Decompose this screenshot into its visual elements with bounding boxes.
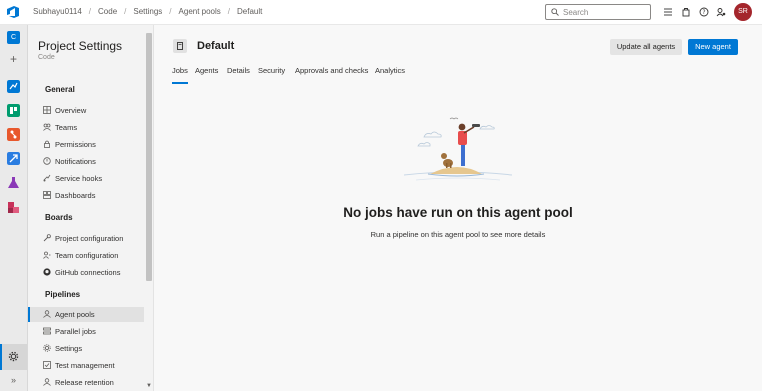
config-icon	[43, 234, 51, 242]
svg-text:?: ?	[702, 9, 705, 16]
breadcrumb-organization[interactable]: Subhayu0114	[33, 7, 82, 16]
user-settings-icon[interactable]	[716, 7, 726, 17]
parallel-icon	[43, 327, 51, 335]
project-settings-rail-item[interactable]	[0, 344, 27, 370]
nav-item-label: Dashboards	[55, 191, 96, 200]
nav-item-label: Agent pools	[55, 310, 95, 319]
update-all-agents-button[interactable]: Update all agents	[610, 39, 682, 55]
section-general-heading: General	[45, 85, 75, 94]
tab-agents[interactable]: Agents	[195, 66, 218, 82]
nav-item-test-management[interactable]: Test management	[28, 358, 144, 373]
teams-icon	[43, 123, 51, 131]
nav-item-service-hooks[interactable]: Service hooks	[28, 171, 144, 186]
breadcrumb-separator: /	[169, 7, 172, 16]
breadcrumb-project[interactable]: Code	[98, 7, 117, 16]
breadcrumb-settings[interactable]: Settings	[133, 7, 162, 16]
search-box[interactable]: Search	[545, 4, 651, 20]
artifacts-rail-icon[interactable]	[7, 201, 20, 214]
panel-scrollbar[interactable]	[146, 33, 152, 281]
help-icon[interactable]: ?	[699, 7, 709, 17]
nav-item-label: Parallel jobs	[55, 327, 96, 336]
test-plans-rail-icon[interactable]	[7, 176, 20, 189]
nav-item-label: Test management	[55, 361, 115, 370]
nav-item-team-configuration[interactable]: Team configuration	[28, 248, 144, 263]
section-boards-heading: Boards	[45, 213, 73, 222]
nav-item-permissions[interactable]: Permissions	[28, 137, 144, 152]
nav-item-parallel-jobs[interactable]: Parallel jobs	[28, 324, 144, 339]
top-bar: Subhayu0114 / Code / Settings / Agent pools / De…	[0, 0, 762, 25]
nav-item-label: Settings	[55, 344, 83, 353]
nav-item-dashboards[interactable]: Dashboards	[28, 188, 144, 203]
server-icon	[177, 42, 183, 50]
nav-item-settings[interactable]: Settings	[28, 341, 144, 356]
search-icon	[551, 8, 559, 16]
new-agent-button[interactable]: New agent	[688, 39, 738, 55]
project-badge[interactable]: C	[7, 31, 20, 44]
bell-icon	[43, 157, 51, 165]
breadcrumb-default[interactable]: Default	[237, 7, 262, 16]
tab-approvals-and-checks[interactable]: Approvals and checks	[295, 66, 368, 82]
nav-item-label: Team configuration	[55, 251, 119, 260]
left-rail: C + »	[0, 25, 28, 391]
list-settings-icon[interactable]	[663, 7, 673, 17]
tab-analytics[interactable]: Analytics	[375, 66, 405, 82]
search-placeholder: Search	[563, 8, 589, 17]
breadcrumb-separator: /	[124, 7, 127, 16]
nav-item-project-configuration[interactable]: Project configuration	[28, 231, 144, 246]
project-settings-panel: Project Settings Code General Overview T…	[28, 25, 154, 391]
nav-item-overview[interactable]: Overview	[28, 103, 144, 118]
tab-jobs[interactable]: Jobs	[172, 66, 188, 84]
empty-state-title: No jobs have run on this agent pool	[343, 205, 573, 220]
section-pipelines-heading: Pipelines	[45, 290, 81, 299]
team-config-icon	[43, 251, 51, 259]
nav-item-label: Overview	[55, 106, 87, 115]
expand-rail-icon[interactable]: »	[7, 374, 20, 387]
tab-details[interactable]: Details	[227, 66, 250, 82]
page-title: Default	[197, 40, 235, 52]
tab-security[interactable]: Security	[258, 66, 285, 82]
nav-item-release-retention[interactable]: Release retention	[28, 375, 144, 390]
nav-item-agent-pools[interactable]: Agent pools	[28, 307, 144, 322]
repos-rail-icon[interactable]	[7, 128, 20, 141]
scroll-down-icon[interactable]: ▼	[146, 383, 152, 389]
marketplace-bag-icon[interactable]	[681, 7, 691, 17]
avatar[interactable]: SR	[734, 3, 752, 21]
nav-item-label: Teams	[55, 123, 78, 132]
panel-subtitle: Code	[38, 54, 55, 61]
agent-pool-icon	[43, 310, 51, 318]
nav-item-label: Release retention	[55, 378, 114, 387]
test-icon	[43, 361, 51, 369]
add-icon[interactable]: +	[7, 53, 20, 66]
overview-icon	[43, 106, 51, 114]
gear-icon	[43, 344, 51, 352]
nav-item-label: Service hooks	[55, 174, 103, 183]
overview-rail-icon[interactable]	[7, 80, 20, 93]
dashboard-icon	[43, 191, 51, 199]
nav-item-label: GitHub connections	[55, 268, 121, 277]
nav-item-teams[interactable]: Teams	[28, 120, 144, 135]
agent-pool-badge-icon	[173, 39, 187, 53]
nav-item-github-connections[interactable]: GitHub connections	[28, 265, 144, 280]
retention-icon	[43, 378, 51, 386]
hook-icon	[43, 174, 51, 182]
breadcrumb-agent-pools[interactable]: Agent pools	[179, 7, 221, 16]
nav-item-notifications[interactable]: Notifications	[28, 154, 144, 169]
panel-title: Project Settings	[38, 39, 123, 53]
azure-devops-logo-icon[interactable]	[6, 5, 20, 19]
empty-state-illustration	[403, 117, 513, 181]
nav-item-label: Permissions	[55, 140, 96, 149]
breadcrumb-separator: /	[88, 7, 92, 16]
boards-rail-icon[interactable]	[7, 104, 20, 117]
github-icon	[43, 268, 51, 276]
breadcrumb-separator: /	[227, 7, 231, 16]
nav-item-label: Project configuration	[55, 234, 124, 243]
empty-state-subtitle: Run a pipeline on this agent pool to see…	[370, 230, 546, 239]
lock-icon	[44, 140, 50, 148]
main-content: Default Update all agents New agent Jobs…	[154, 25, 762, 391]
nav-item-label: Notifications	[55, 157, 96, 166]
gear-icon	[8, 351, 19, 362]
pipelines-rail-icon[interactable]	[7, 152, 20, 165]
breadcrumb: Subhayu0114 / Code / Settings / Agent pools / De…	[33, 7, 262, 16]
